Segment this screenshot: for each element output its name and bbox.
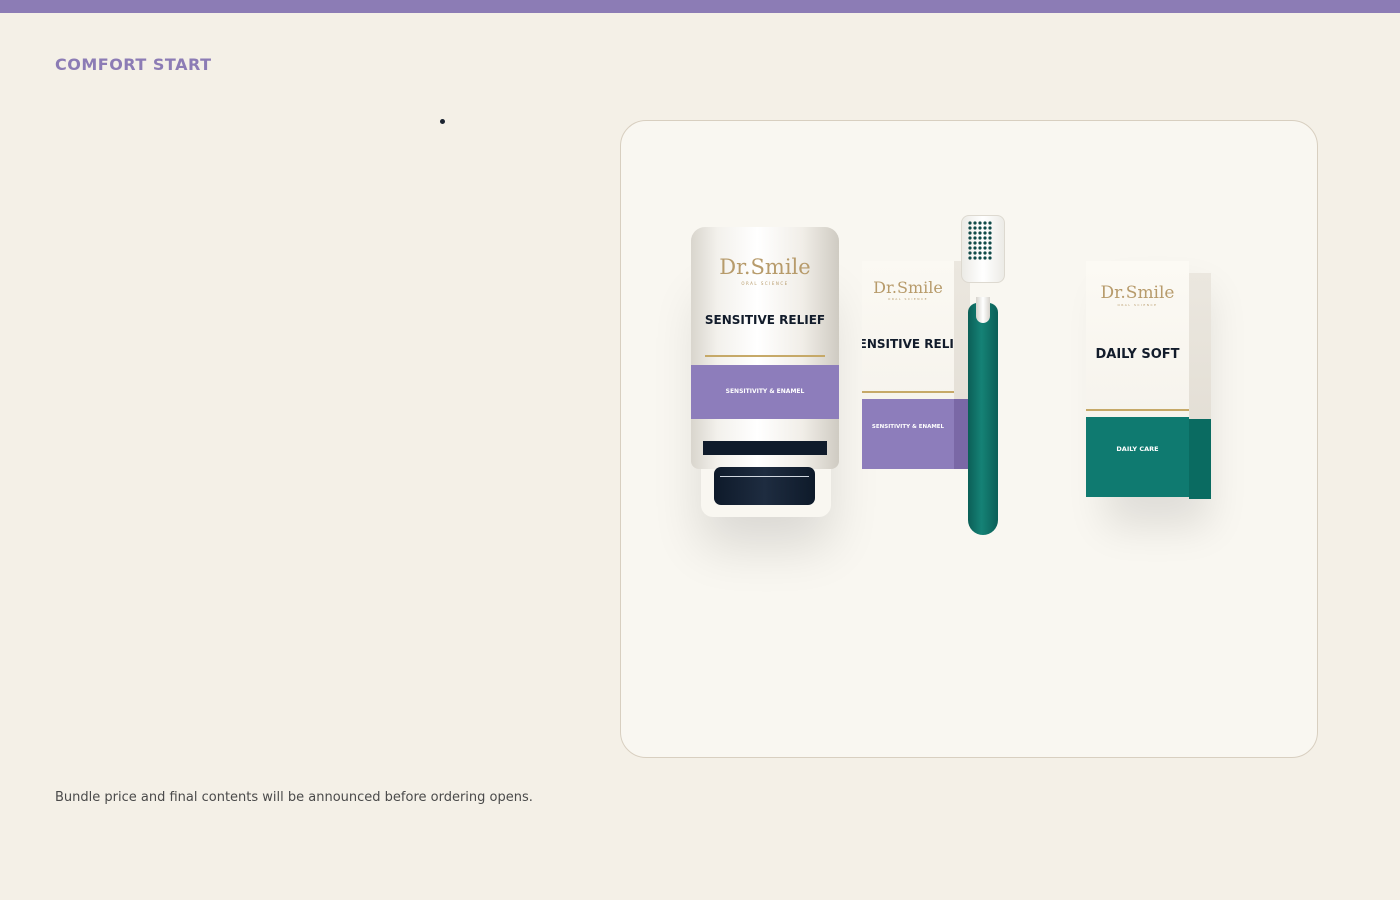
product-showcase-panel: Dr.Smile ORAL SCIENCE SENSITIVE RELIEF S… xyxy=(620,120,1318,758)
box2-band: DAILY CARE xyxy=(1086,417,1189,497)
box2-front: Dr.Smile ORAL SCIENCE DAILY SOFT DAILY C… xyxy=(1086,261,1189,497)
tube-cap xyxy=(714,467,815,505)
box1-front: Dr.Smile ORAL SCIENCE SENSITIVE RELIEF S… xyxy=(862,261,954,469)
tube-gold-line xyxy=(705,355,825,357)
daily-soft-box: Dr.Smile ORAL SCIENCE DAILY SOFT DAILY C… xyxy=(1086,261,1212,499)
box1-product-title: SENSITIVE RELIEF xyxy=(862,337,954,351)
tube-brand-logo: Dr.Smile xyxy=(719,255,811,279)
tube-body: Dr.Smile ORAL SCIENCE SENSITIVE RELIEF S… xyxy=(691,227,839,469)
box1-brand-logo: Dr.Smile xyxy=(873,278,943,297)
box2-gold-line xyxy=(1086,409,1189,411)
toothbrush-head xyxy=(961,215,1005,283)
toothbrush-neck xyxy=(976,297,990,323)
tube-brand-sub: ORAL SCIENCE xyxy=(741,281,789,286)
box2-product-title: DAILY SOFT xyxy=(1095,347,1180,362)
tube-product-title: SENSITIVE RELIEF xyxy=(704,313,826,327)
box2-brand-sub: ORAL SCIENCE xyxy=(1117,303,1158,307)
box1-band: SENSITIVITY & ENAMEL xyxy=(862,399,954,469)
tube-band: SENSITIVITY & ENAMEL xyxy=(691,365,839,419)
top-accent-bar xyxy=(0,0,1400,13)
bundle-note: Bundle price and final contents will be … xyxy=(55,790,533,805)
toothbrush xyxy=(961,215,1007,537)
toothpaste-tube: Dr.Smile ORAL SCIENCE SENSITIVE RELIEF S… xyxy=(691,227,839,507)
box2-brand-logo: Dr.Smile xyxy=(1100,283,1175,303)
tube-dark-strip xyxy=(703,441,827,455)
sensitive-relief-box: Dr.Smile ORAL SCIENCE SENSITIVE RELIEF S… xyxy=(862,261,972,471)
box1-brand-sub: ORAL SCIENCE xyxy=(887,297,928,301)
box1-gold-line xyxy=(862,391,954,393)
bristles-icon xyxy=(968,221,992,260)
bullet-dot xyxy=(440,119,445,124)
section-eyebrow: COMFORT START xyxy=(55,55,212,74)
toothbrush-handle xyxy=(968,303,998,535)
